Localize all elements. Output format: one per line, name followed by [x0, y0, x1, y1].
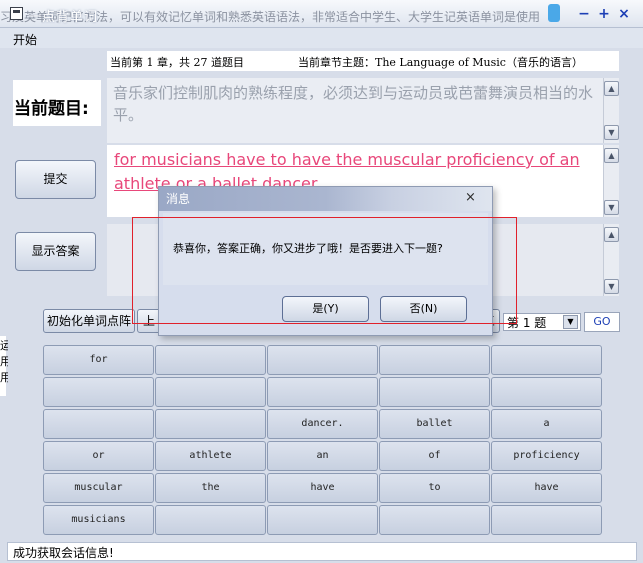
- chevron-down-icon[interactable]: ▼: [563, 315, 578, 329]
- word-cell[interactable]: [267, 345, 378, 375]
- word-cell[interactable]: [155, 377, 266, 407]
- word-cell[interactable]: muscular: [43, 473, 154, 503]
- chapter-info: 当前第 1 章，共 27 道题目: [110, 56, 244, 69]
- scroll-up-icon[interactable]: ▲: [604, 227, 619, 242]
- word-cell[interactable]: [379, 505, 490, 535]
- side-fragment-text: 运用用: [0, 339, 8, 384]
- scroll-down-icon[interactable]: ▼: [604, 279, 619, 294]
- scroll-down-icon[interactable]: ▼: [604, 200, 619, 215]
- close-window-icon[interactable]: ×: [616, 6, 632, 22]
- word-cell[interactable]: musicians: [43, 505, 154, 535]
- word-cell[interactable]: [43, 377, 154, 407]
- word-cell[interactable]: [491, 377, 602, 407]
- dialog-title-bar: [159, 187, 492, 211]
- page-select-value: 第 1 题: [507, 316, 547, 330]
- word-cell[interactable]: of: [379, 441, 490, 471]
- go-button[interactable]: GO: [584, 312, 620, 332]
- dialog-title: 消息: [166, 192, 191, 206]
- word-cell[interactable]: [267, 505, 378, 535]
- menu-item-start[interactable]: 开始: [13, 31, 37, 48]
- status-text: 成功获取会话信息!: [13, 546, 114, 560]
- answer-scrollbar[interactable]: ▲ ▼: [603, 145, 619, 217]
- hint-scrollbar[interactable]: ▲ ▼: [603, 224, 619, 296]
- app-icon: [10, 7, 23, 20]
- topic-info: 当前章节主题：The Language of Music（音乐的语言）: [298, 56, 583, 69]
- word-cell[interactable]: [491, 345, 602, 375]
- word-cell[interactable]: proficiency: [491, 441, 602, 471]
- scroll-up-icon[interactable]: ▲: [604, 81, 619, 96]
- word-cell[interactable]: [155, 345, 266, 375]
- question-scrollbar[interactable]: ▲ ▼: [603, 78, 619, 143]
- dialog-message: 恭喜你，答案正确，你又进步了哦！是否要进入下一题?: [173, 242, 443, 255]
- shield-icon: [548, 4, 560, 22]
- word-cell[interactable]: to: [379, 473, 490, 503]
- word-cell[interactable]: have: [491, 473, 602, 503]
- word-cell[interactable]: ballet: [379, 409, 490, 439]
- word-cell[interactable]: athlete: [155, 441, 266, 471]
- word-cell[interactable]: [379, 345, 490, 375]
- scroll-down-icon[interactable]: ▼: [604, 125, 619, 140]
- word-grid: for dancer. ballet a or athlete an of proficienc…: [43, 345, 603, 535]
- question-text: 音乐家们控制肌肉的熟练程度，必须达到与运动员或芭蕾舞演员相当的水平。: [113, 84, 594, 124]
- show-answer-button[interactable]: 显示答案: [15, 232, 96, 271]
- scroll-up-icon[interactable]: ▲: [604, 148, 619, 163]
- dialog-no-button[interactable]: 否(N): [380, 296, 467, 322]
- dialog-close-icon[interactable]: ×: [465, 190, 476, 205]
- submit-button[interactable]: 提交: [15, 160, 96, 199]
- word-cell[interactable]: [491, 505, 602, 535]
- word-cell[interactable]: [155, 409, 266, 439]
- maximize-icon[interactable]: +: [596, 6, 612, 22]
- word-cell[interactable]: an: [267, 441, 378, 471]
- word-cell[interactable]: or: [43, 441, 154, 471]
- word-cell[interactable]: [267, 377, 378, 407]
- dialog-yes-button[interactable]: 是(Y): [282, 296, 369, 322]
- word-cell[interactable]: have: [267, 473, 378, 503]
- question-label: 当前题目:: [14, 99, 89, 119]
- menu-bar: [0, 28, 643, 48]
- init-matrix-button[interactable]: 初始化单词点阵: [43, 309, 135, 333]
- window-title: 一点背单词: [28, 10, 99, 25]
- minimize-icon[interactable]: −: [576, 6, 592, 22]
- word-cell[interactable]: [379, 377, 490, 407]
- word-cell[interactable]: [155, 505, 266, 535]
- word-cell[interactable]: [43, 409, 154, 439]
- word-cell[interactable]: dancer.: [267, 409, 378, 439]
- word-cell[interactable]: the: [155, 473, 266, 503]
- word-cell[interactable]: for: [43, 345, 154, 375]
- word-cell[interactable]: a: [491, 409, 602, 439]
